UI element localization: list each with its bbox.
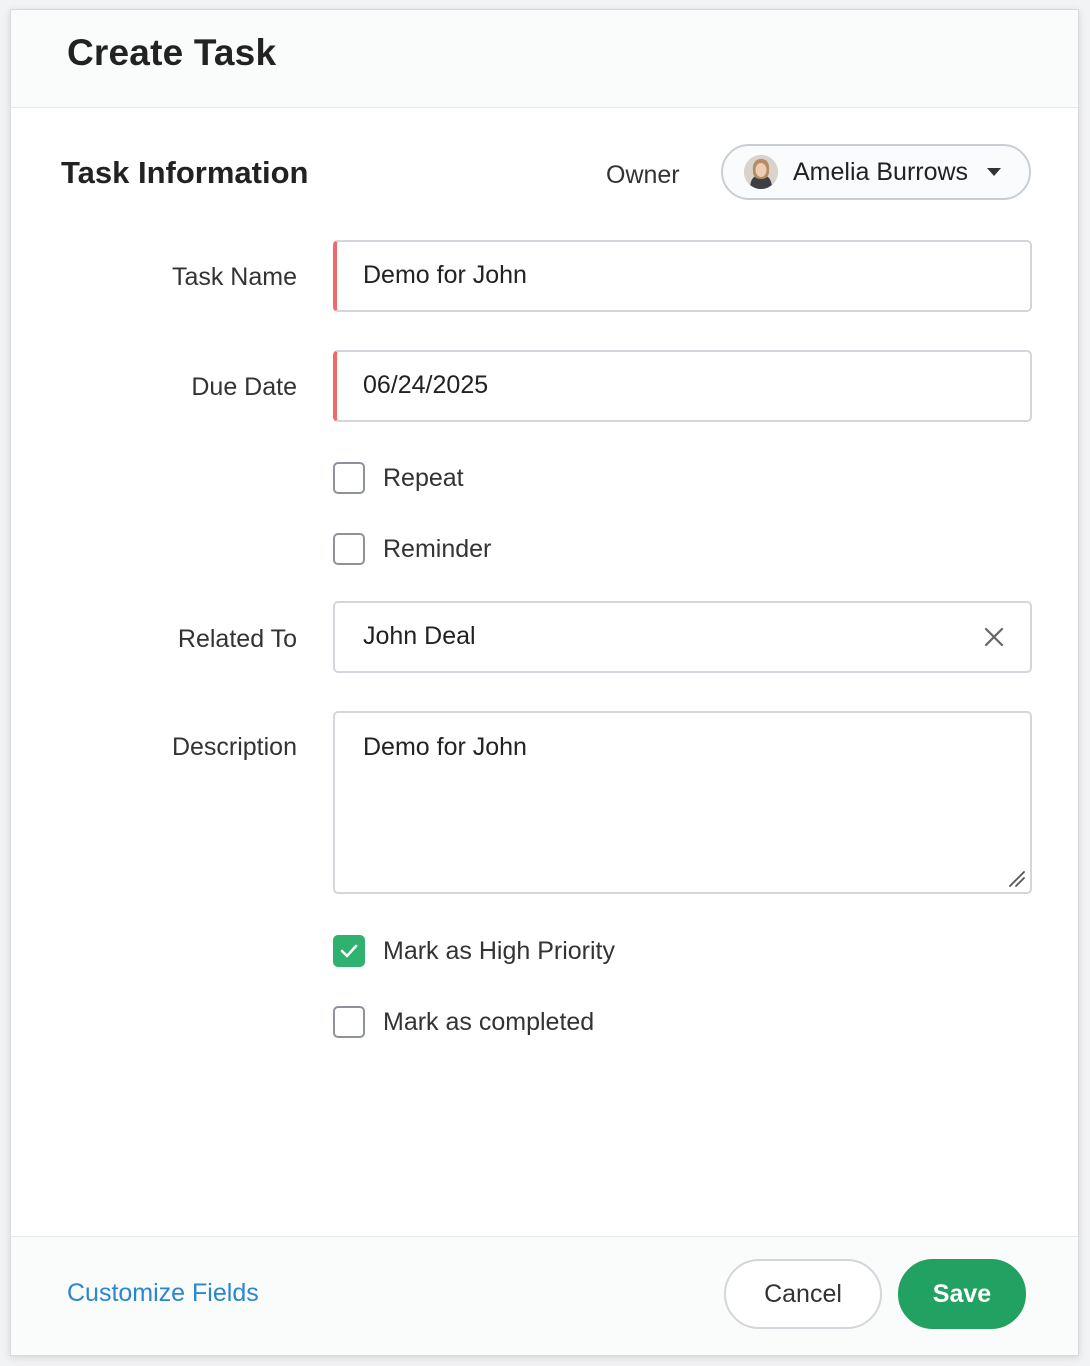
description-textarea[interactable]: Demo for John xyxy=(333,711,1032,894)
related-to-value: John Deal xyxy=(363,622,476,650)
avatar xyxy=(744,155,778,189)
related-to-input[interactable]: John Deal xyxy=(333,601,1032,673)
repeat-checkbox[interactable] xyxy=(333,462,365,494)
create-task-dialog: Create Task Task Information Owner Ameli… xyxy=(10,9,1079,1356)
owner-select[interactable]: Amelia Burrows xyxy=(721,144,1031,200)
repeat-label: Repeat xyxy=(383,464,464,492)
customize-fields-link[interactable]: Customize Fields xyxy=(67,1279,259,1308)
completed-label: Mark as completed xyxy=(383,1008,595,1036)
clear-icon[interactable] xyxy=(982,625,1006,649)
task-name-label: Task Name xyxy=(171,263,297,291)
reminder-checkbox[interactable] xyxy=(333,533,365,565)
cancel-button[interactable]: Cancel xyxy=(724,1259,882,1329)
dialog-header: Create Task xyxy=(11,10,1078,108)
owner-name: Amelia Burrows xyxy=(793,158,969,186)
completed-checkbox[interactable] xyxy=(333,1006,365,1038)
owner-label: Owner xyxy=(606,161,680,189)
high-priority-label: Mark as High Priority xyxy=(383,937,615,965)
resize-handle-icon[interactable] xyxy=(1006,868,1026,888)
related-to-label: Related To xyxy=(177,625,297,653)
checkmark-icon xyxy=(340,944,358,958)
dialog-footer: Customize Fields Cancel Save xyxy=(11,1236,1078,1355)
section-title: Task Information xyxy=(61,155,309,190)
due-date-label: Due Date xyxy=(191,373,297,401)
high-priority-checkbox[interactable] xyxy=(333,935,365,967)
save-button[interactable]: Save xyxy=(898,1259,1026,1329)
due-date-input[interactable]: 06/24/2025 xyxy=(333,350,1032,422)
dialog-title: Create Task xyxy=(67,32,277,73)
chevron-down-icon xyxy=(987,168,1001,176)
avatar-image xyxy=(744,155,778,189)
task-name-input[interactable]: Demo for John xyxy=(333,240,1032,312)
description-value: Demo for John xyxy=(363,733,527,761)
description-label: Description xyxy=(171,733,297,761)
reminder-label: Reminder xyxy=(383,535,492,563)
